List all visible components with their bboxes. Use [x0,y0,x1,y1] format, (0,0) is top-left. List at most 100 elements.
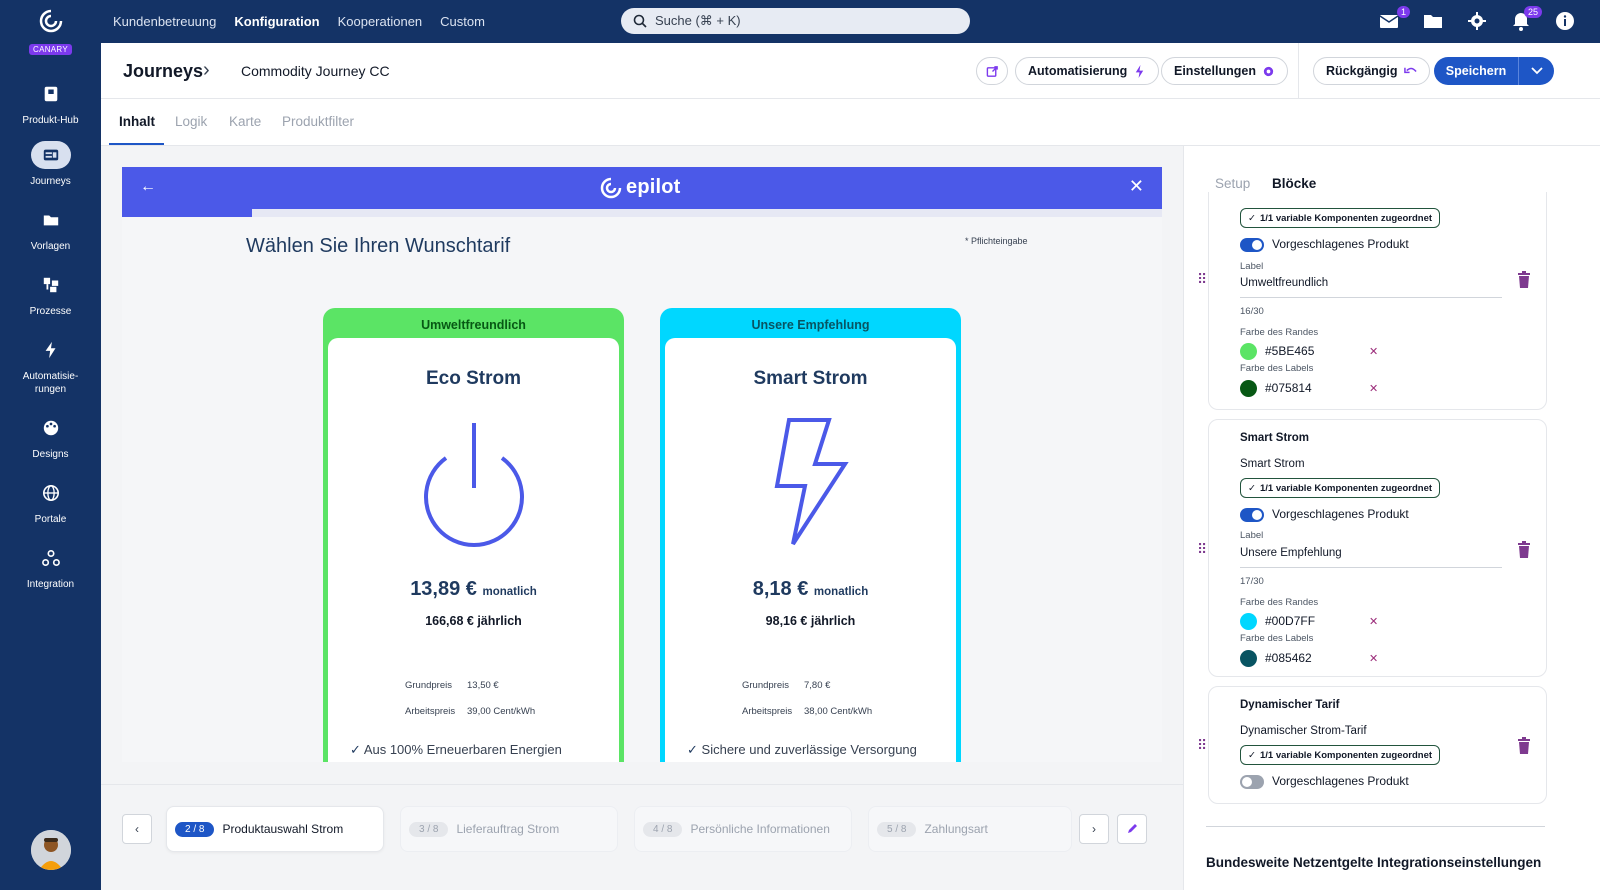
drag-handle-icon[interactable]: ⠿ [1197,737,1207,754]
step-item[interactable]: 4 / 8 Persönliche Informationen [634,806,852,852]
close-icon[interactable]: ✕ [1129,176,1144,197]
search-input[interactable]: Suche (⌘ + K) [621,8,970,34]
tab-karte[interactable]: Karte [229,114,261,129]
tab-inhalt[interactable]: Inhalt [119,114,155,129]
suggested-product-toggle[interactable] [1240,775,1264,789]
sidebar-item-journeys[interactable]: Journeys [0,141,101,188]
undo-button[interactable]: Rückgängig [1313,57,1430,85]
step-item[interactable]: 3 / 8 Lieferauftrag Strom [400,806,618,852]
price-unit: monatlich [813,586,869,598]
sidebar-item-designs[interactable]: Designs [0,414,101,461]
border-color-value[interactable]: #5BE465 [1265,344,1314,358]
drag-handle-icon[interactable]: ⠿ [1197,271,1207,288]
label-color-swatch[interactable] [1240,650,1257,667]
prev-step-button[interactable]: ‹ [122,814,152,844]
top-nav-konfiguration[interactable]: Konfiguration [234,14,319,29]
undo-label: Rückgängig [1326,64,1398,78]
tab-produktfilter[interactable]: Produktfilter [282,114,354,129]
info-button[interactable] [1554,10,1576,32]
edit-steps-button[interactable] [1117,814,1147,844]
suggested-product-toggle[interactable] [1240,508,1264,522]
product-card-eco[interactable]: Umweltfreundlich Eco Strom 13,89 € monat… [323,308,624,762]
mail-button[interactable]: 1 [1378,6,1410,32]
input-underline [1240,567,1502,568]
section-divider [1206,826,1545,827]
external-link-icon [986,65,998,77]
product-block-smart: Smart Strom Smart Strom ✓ 1/1 variable Ko… [1197,419,1547,677]
product-name: Eco Strom [425,368,522,389]
top-nav-custom[interactable]: Custom [440,14,485,29]
components-chip: ✓ 1/1 variable Komponenten zugeordnet [1240,478,1441,498]
drag-handle-icon[interactable]: ⠿ [1197,541,1207,558]
label-color-swatch[interactable] [1240,380,1257,397]
folder-button[interactable] [1422,10,1444,32]
product-card-smart[interactable]: Unsere Empfehlung Smart Strom 8,18 € mon… [660,308,961,762]
clear-icon[interactable]: ✕ [1369,652,1378,665]
card-body: Smart Strom 8,18 € monatlich 98,16 € jäh… [665,338,956,762]
next-step-button[interactable]: › [1079,814,1109,844]
page-title[interactable]: Commodity Journey CC [241,63,390,79]
blocks-panel: Setup Blöcke ✓ 1/1 variable Komponenten z… [1183,146,1600,890]
settings-label: Einstellungen [1174,64,1256,78]
clear-icon[interactable]: ✕ [1369,345,1378,358]
label-input[interactable]: Unsere Empfehlung [1240,547,1342,559]
avatar[interactable] [31,830,71,870]
top-icons: 1 25 [1378,6,1576,32]
border-color-swatch[interactable] [1240,343,1257,360]
sidebar-item-vorlagen[interactable]: Vorlagen [0,206,101,253]
tab-logik[interactable]: Logik [175,114,207,129]
border-color-value[interactable]: #00D7FF [1265,614,1315,628]
sidebar-item-integration[interactable]: Integration [0,544,101,591]
chip-text: 1/1 variable Komponenten zugeordnet [1259,482,1433,494]
settings-button[interactable]: Einstellungen [1161,57,1288,85]
border-color-swatch[interactable] [1240,613,1257,630]
label-color-caption: Farbe des Labels [1240,363,1314,374]
sidebar-item-automatisierungen[interactable]: Automatisie-rungen [0,336,101,396]
sidebar-item-label: Prozesse [29,306,72,317]
step-title: Wählen Sie Ihren Wunschtarif [246,235,511,257]
feature-text: Aus 100% Erneuerbaren Energien [363,742,562,757]
label-color-value[interactable]: #075814 [1265,381,1312,395]
save-button[interactable]: Speichern [1434,57,1554,85]
top-nav-kooperationen[interactable]: Kooperationen [338,14,423,29]
step-item[interactable]: 5 / 8 Zahlungsart [868,806,1072,852]
back-arrow-icon[interactable]: ← [140,178,156,196]
progress-fill [122,209,252,217]
block-title: Dynamischer Tarif [1240,699,1340,711]
label-color-value[interactable]: #085462 [1265,651,1312,665]
automation-button[interactable]: Automatisierung [1015,57,1160,85]
toggle-label: Vorgeschlagenes Produkt [1272,774,1409,788]
clear-icon[interactable]: ✕ [1369,615,1378,628]
tab-setup[interactable]: Setup [1215,176,1250,191]
globe-icon [31,479,71,507]
sidebar-item-produkt-hub[interactable]: Produkt-Hub [0,80,101,127]
settings-button[interactable] [1466,10,1488,32]
clear-icon[interactable]: ✕ [1369,382,1378,395]
trash-icon[interactable] [1516,271,1532,289]
components-chip: ✓ 1/1 variable Komponenten zugeordnet [1240,208,1441,228]
block-subtitle: Dynamischer Strom-Tarif [1240,725,1367,737]
top-bar: Kundenbetreuung Konfiguration Kooperatio… [101,0,1600,43]
breadcrumb-journeys[interactable]: Journeys [123,61,203,82]
label-input[interactable]: Umweltfreundlich [1240,277,1328,289]
webhook-icon [31,544,71,572]
open-external-button[interactable] [976,57,1008,85]
product-name: Smart Strom [753,368,868,389]
notifications-button[interactable]: 25 [1510,6,1542,32]
chip-text: 1/1 variable Komponenten zugeordnet [1259,749,1433,761]
step-item[interactable]: 2 / 8 Produktauswahl Strom [166,806,384,852]
suggested-product-toggle[interactable] [1240,238,1264,252]
top-nav-kundenbetreuung[interactable]: Kundenbetreuung [113,14,216,29]
label-color-caption: Farbe des Labels [1240,633,1314,644]
chevron-down-icon[interactable] [1518,57,1554,85]
app-logo[interactable]: CANARY [0,8,101,57]
sidebar-item-label: Journeys [30,176,71,187]
sidebar-item-portale[interactable]: Portale [0,479,101,526]
tab-bloecke[interactable]: Blöcke [1272,176,1316,191]
trash-icon[interactable] [1516,541,1532,559]
env-badge: CANARY [29,44,72,55]
trash-icon[interactable] [1516,737,1532,755]
sidebar-item-prozesse[interactable]: Prozesse [0,271,101,318]
step-label: Zahlungsart [924,822,988,836]
palette-icon [31,414,71,442]
